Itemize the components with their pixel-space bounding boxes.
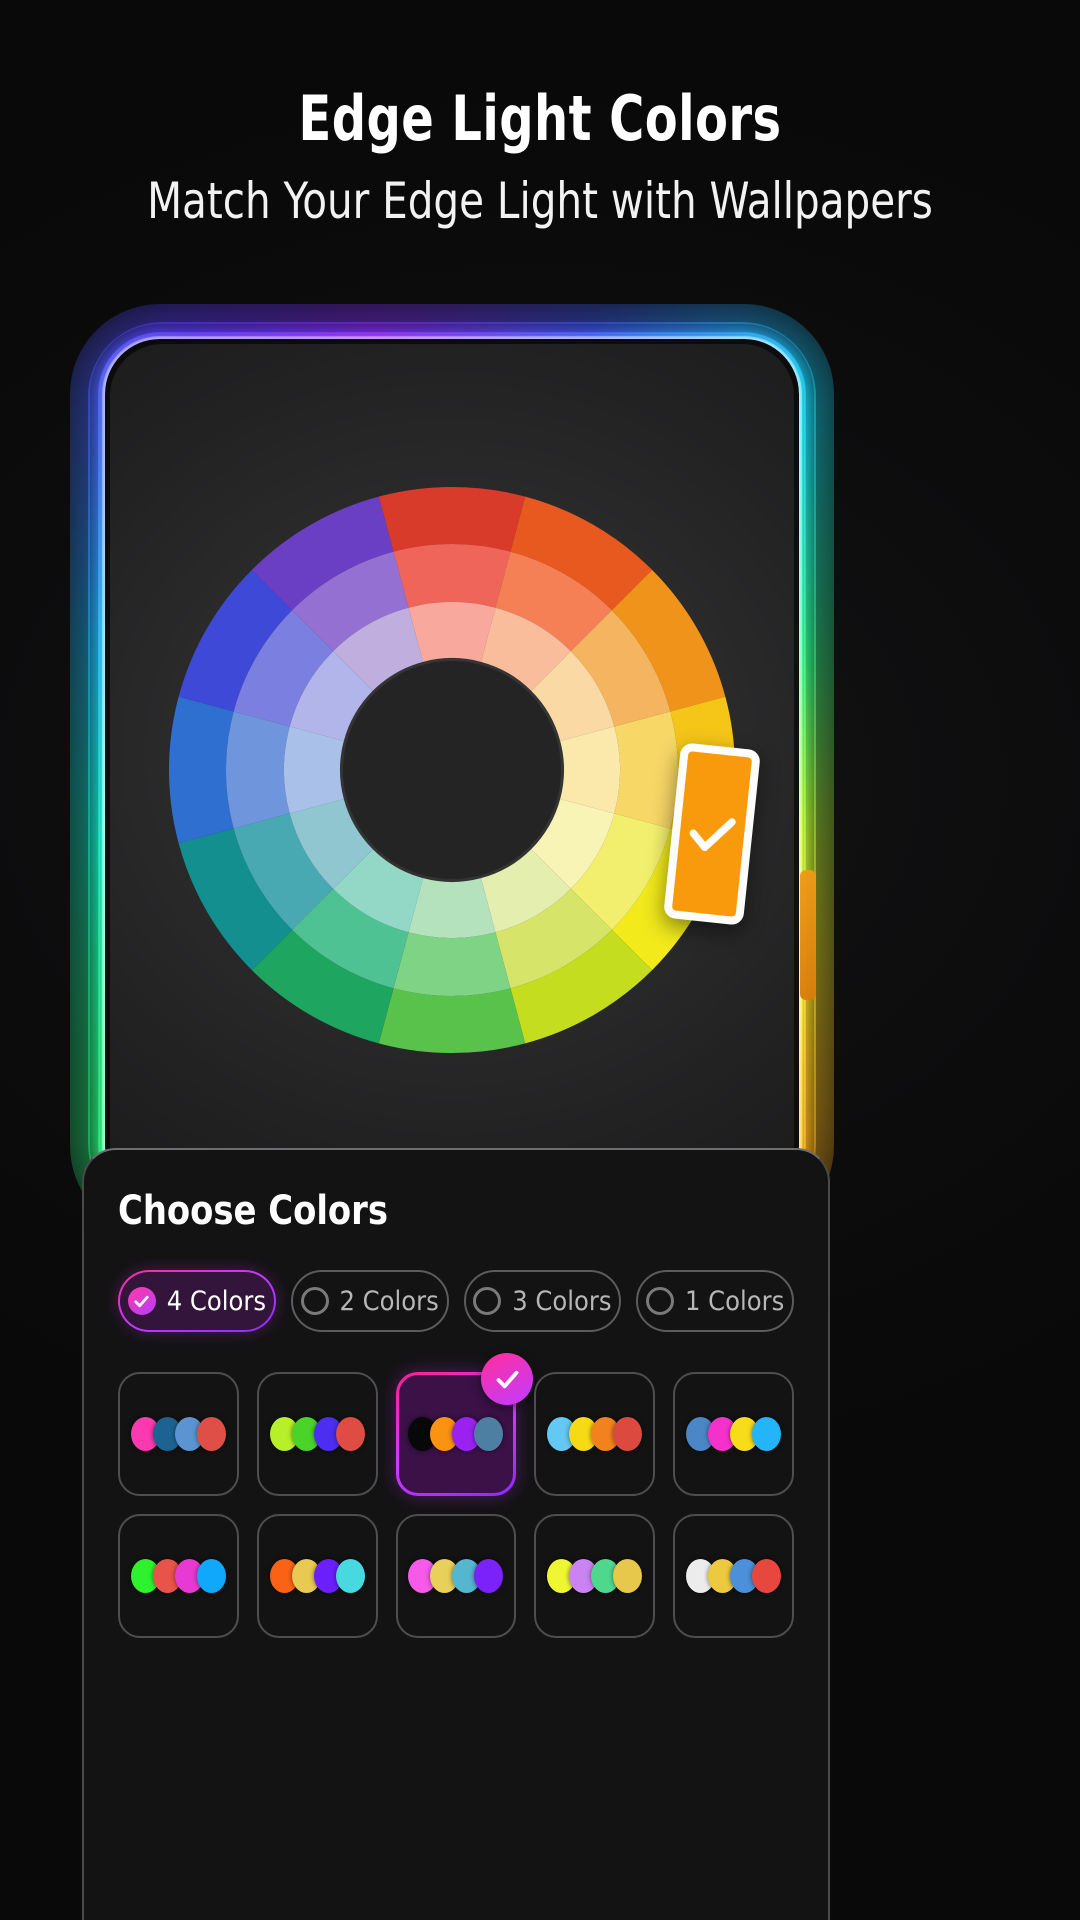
palette-dots [408,1417,504,1451]
palette-dot [752,1559,782,1593]
swatch-selected-badge [481,1353,534,1405]
color-count-chip-group: 4 Colors 2 Colors 3 Colors 1 Colors [118,1270,794,1332]
palette-dots [269,1417,365,1451]
palette-dots [408,1559,504,1593]
palette-dot [196,1417,226,1451]
palette-dot [752,1417,782,1451]
phone-side-button[interactable] [800,870,816,1000]
color-palette-swatch[interactable] [396,1353,534,1496]
palette-dots [269,1559,365,1593]
palette-dot [474,1559,504,1593]
page-subtitle: Match Your Edge Light with Wallpapers [147,172,933,230]
palette-dots [130,1417,226,1451]
wheel-segment[interactable] [225,711,290,829]
app-screenshot: Edge Light Colors Match Your Edge Light … [0,0,1080,1920]
wheel-segment[interactable] [408,878,496,938]
palette-dot [196,1559,226,1593]
color-count-chip-1[interactable]: 1 Colors [636,1270,794,1332]
choose-colors-sheet: Choose Colors 4 Colors 2 Colors 3 Colors 1 … [82,1148,830,1920]
palette-dot [335,1559,365,1593]
color-count-chip-label: 1 Colors [685,1285,785,1317]
color-wheel-hub [343,661,561,879]
check-icon [496,1370,519,1388]
color-count-chip-4[interactable]: 4 Colors [118,1270,276,1332]
palette-dot [613,1559,643,1593]
color-palette-swatch[interactable] [673,1372,794,1496]
palette-dot [335,1417,365,1451]
color-palette-swatch[interactable] [256,1372,378,1496]
color-palette-swatch[interactable] [534,1372,656,1496]
palette-dots [547,1559,643,1593]
wheel-segment[interactable] [393,932,511,996]
color-count-chip-label: 2 Colors [339,1285,439,1317]
wheel-segment[interactable] [408,602,496,662]
color-count-chip-label: 4 Colors [166,1285,266,1317]
page-title: Edge Light Colors [298,82,782,155]
color-count-chip-2[interactable]: 2 Colors [290,1270,449,1332]
wheel-segment[interactable] [393,544,511,608]
color-count-chip-3[interactable]: 3 Colors [463,1270,622,1332]
radio-circle-icon [300,1287,329,1315]
wheel-segment[interactable] [614,711,678,829]
color-palette-grid [118,1353,794,1638]
palette-dots [130,1559,226,1593]
wheel-segment[interactable] [378,988,526,1053]
wheel-segment[interactable] [560,726,620,814]
palette-dot [474,1417,504,1451]
wheel-segment[interactable] [378,487,526,552]
palette-dot [613,1417,643,1451]
color-count-chip-label: 3 Colors [512,1285,612,1317]
radio-circle-icon [646,1287,674,1315]
check-icon [689,818,736,852]
color-palette-swatch[interactable] [118,1514,239,1638]
radio-circle-icon [473,1287,502,1315]
color-palette-swatch[interactable] [673,1514,794,1638]
palette-dots [686,1559,782,1593]
color-palette-swatch[interactable] [534,1514,656,1638]
color-palette-swatch[interactable] [395,1514,517,1638]
palette-dots [547,1417,643,1451]
check-circle-icon [127,1287,156,1315]
color-palette-swatch[interactable] [118,1372,239,1496]
wheel-segment[interactable] [169,696,234,844]
color-palette-swatch[interactable] [256,1514,378,1638]
wheel-segment[interactable] [284,726,344,814]
sheet-title: Choose Colors [118,1188,388,1234]
palette-dots [686,1417,782,1451]
